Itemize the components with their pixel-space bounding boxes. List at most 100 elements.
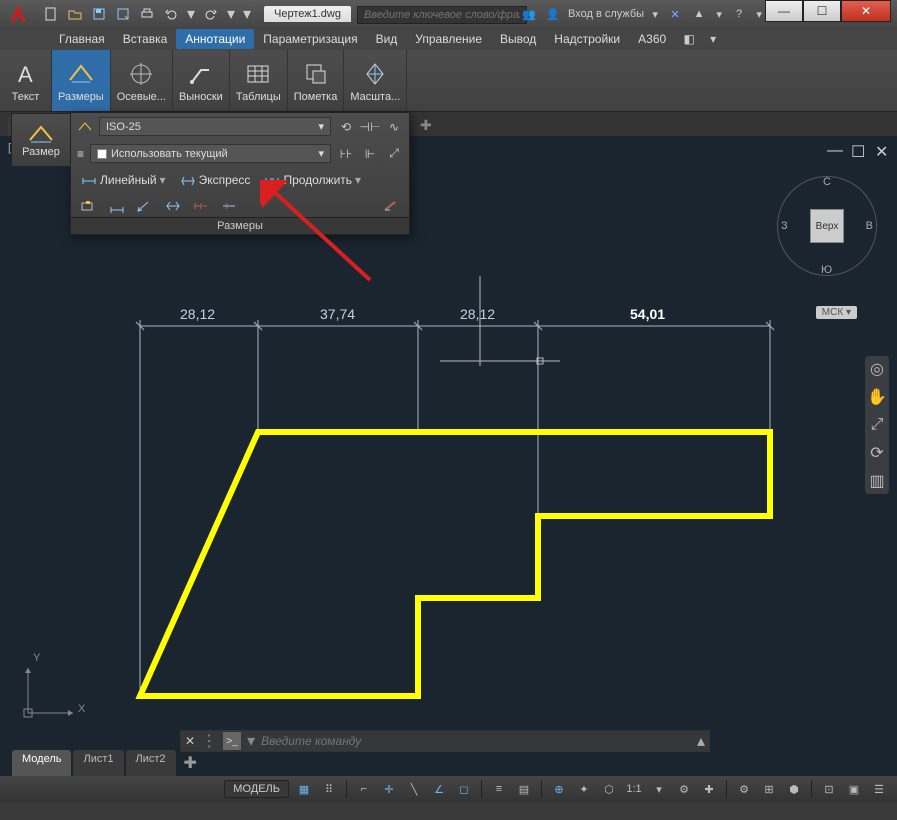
customize-icon[interactable]: ☰ [869, 779, 889, 799]
ribbon-centerline-button[interactable]: Осевые... [111, 50, 173, 111]
cmd-close-icon[interactable]: ✕ [185, 734, 195, 748]
dim-baseline-icon[interactable]: ⊦⊦ [337, 145, 355, 163]
dim-continue-tool[interactable]: Продолжить ▾ [260, 171, 365, 189]
cmd-recent-icon[interactable]: ▴ [697, 731, 705, 751]
grid-icon[interactable]: ▦ [294, 779, 314, 799]
dimtool-2-icon[interactable] [107, 197, 127, 215]
a360-icon[interactable]: ▲ [690, 5, 708, 23]
dim-express-label: Экспресс [199, 173, 251, 187]
osnap-icon[interactable]: ◻ [454, 779, 474, 799]
cmd-handle-icon[interactable]: ⋮ [201, 731, 217, 751]
model-tab-add[interactable]: ✚ [178, 750, 203, 776]
annoscale-dropdown-icon[interactable]: ▾ [649, 779, 669, 799]
scale-icon [360, 59, 390, 89]
dimension-side-button[interactable]: Размер [11, 113, 71, 167]
app-logo[interactable] [0, 0, 36, 28]
dim-oblique-icon[interactable]: ⤢ [385, 145, 403, 163]
saveas-icon[interactable] [114, 5, 132, 23]
status-model-space[interactable]: МОДЕЛЬ [224, 780, 289, 798]
dimtool-5-icon[interactable] [191, 197, 211, 215]
search-input[interactable] [357, 6, 527, 24]
menu-output[interactable]: Вывод [491, 29, 545, 49]
dimtool-7-icon[interactable] [381, 197, 401, 215]
iso-icon[interactable]: ╲ [404, 779, 424, 799]
annoscale-label[interactable]: 1:1 [624, 779, 644, 799]
dimtool-6-icon[interactable] [219, 197, 239, 215]
ribbon-scale-button[interactable]: Масшта... [344, 50, 407, 111]
menu-annotate[interactable]: Аннотации [176, 29, 254, 49]
undo-icon[interactable] [162, 5, 180, 23]
ribbon-markup-button[interactable]: Пометка [288, 50, 345, 111]
ribbon-table-button[interactable]: Таблицы [230, 50, 288, 111]
redo-icon[interactable] [202, 5, 220, 23]
undo-dropdown-icon[interactable]: ▾ [186, 4, 196, 24]
monitor-icon[interactable]: ⊞ [759, 779, 779, 799]
cycling-icon[interactable]: ⊕ [549, 779, 569, 799]
minimize-button[interactable]: — [765, 0, 803, 22]
open-icon[interactable] [66, 5, 84, 23]
infocenter-icon[interactable]: 👥 [520, 5, 538, 23]
otrack-icon[interactable]: ∠ [429, 779, 449, 799]
command-input[interactable] [261, 734, 691, 748]
dim-update-icon[interactable]: ⟲ [337, 118, 355, 136]
annovis-icon[interactable]: ⚙ [674, 779, 694, 799]
menu-home[interactable]: Главная [50, 29, 114, 49]
file-tab-add[interactable]: ✚ [414, 115, 438, 136]
dim-jog-icon[interactable]: ∿ [385, 118, 403, 136]
isolate-icon[interactable]: ⊡ [819, 779, 839, 799]
polar-icon[interactable]: ✛ [379, 779, 399, 799]
menu-addins[interactable]: Надстройки [545, 29, 629, 49]
ribbon-text-button[interactable]: A Текст [0, 50, 52, 111]
dimlayer-dropdown[interactable]: Использовать текущий▾ [90, 144, 331, 163]
title-bar: ▾ ▾ ▾ Чертеж1.dwg 👥 👤 Вход в службы ▾ ✕ … [0, 0, 897, 28]
transparency-icon[interactable]: ▤ [514, 779, 534, 799]
dimstyle-dropdown[interactable]: ISO-25▾ [99, 117, 331, 136]
dimstyle-value: ISO-25 [106, 121, 141, 133]
redo-dropdown-icon[interactable]: ▾ [226, 4, 236, 24]
layer-icon: ≡ [77, 147, 84, 161]
save-icon[interactable] [90, 5, 108, 23]
cmd-prompt-icon[interactable]: >_ [223, 732, 241, 750]
hardware-icon[interactable]: ⬢ [784, 779, 804, 799]
annoauto-icon[interactable]: ✚ [699, 779, 719, 799]
lineweight-icon[interactable]: ≡ [489, 779, 509, 799]
qat-customize-icon[interactable]: ▾ [242, 4, 252, 24]
dimtool-1-icon[interactable] [79, 197, 99, 215]
menu-insert[interactable]: Вставка [114, 29, 177, 49]
dimtool-3-icon[interactable] [135, 197, 155, 215]
exchange-icon[interactable]: ✕ [666, 5, 684, 23]
ribbon-leader-button[interactable]: Выноски [173, 50, 230, 111]
menu-a360[interactable]: A360 [629, 29, 675, 49]
menu-view[interactable]: Вид [367, 29, 407, 49]
print-icon[interactable] [138, 5, 156, 23]
dim-express-tool[interactable]: Экспресс [176, 171, 255, 189]
model-tab-layout2[interactable]: Лист2 [126, 750, 176, 776]
snap-icon[interactable]: ⠿ [319, 779, 339, 799]
document-tab[interactable]: Чертеж1.dwg [264, 6, 351, 22]
close-button[interactable]: ✕ [841, 0, 891, 22]
a360-dropdown-icon[interactable]: ▾ [714, 8, 724, 21]
workspace-icon[interactable]: ⚙ [734, 779, 754, 799]
menu-expand-icon[interactable]: ▾ [703, 32, 723, 46]
dim-space-icon[interactable]: ⊩ [361, 145, 379, 163]
menu-featured-icon[interactable]: ◧ [679, 32, 699, 46]
model-tab-model[interactable]: Модель [12, 750, 71, 776]
cleanscreen-icon[interactable]: ▣ [844, 779, 864, 799]
dim-break-icon[interactable]: ⊣⊢ [361, 118, 379, 136]
help-dropdown-icon[interactable]: ▾ [754, 8, 764, 21]
maximize-button[interactable]: ☐ [803, 0, 841, 22]
ribbon-dimension-button[interactable]: Размеры [52, 50, 111, 111]
menu-parametric[interactable]: Параметризация [254, 29, 366, 49]
signin-icon[interactable]: 👤 [544, 5, 562, 23]
dimtool-4-icon[interactable] [163, 197, 183, 215]
dynamic-ucs-icon[interactable]: ⬡ [599, 779, 619, 799]
new-icon[interactable] [42, 5, 60, 23]
ortho-icon[interactable]: ⌐ [354, 779, 374, 799]
model-tab-layout1[interactable]: Лист1 [73, 750, 123, 776]
signin-dropdown-icon[interactable]: ▾ [650, 8, 660, 21]
help-icon[interactable]: ? [730, 5, 748, 23]
menu-manage[interactable]: Управление [406, 29, 491, 49]
3dosnap-icon[interactable]: ✦ [574, 779, 594, 799]
signin-label[interactable]: Вход в службы [568, 8, 644, 20]
dim-linear-tool[interactable]: Линейный ▾ [77, 171, 170, 189]
